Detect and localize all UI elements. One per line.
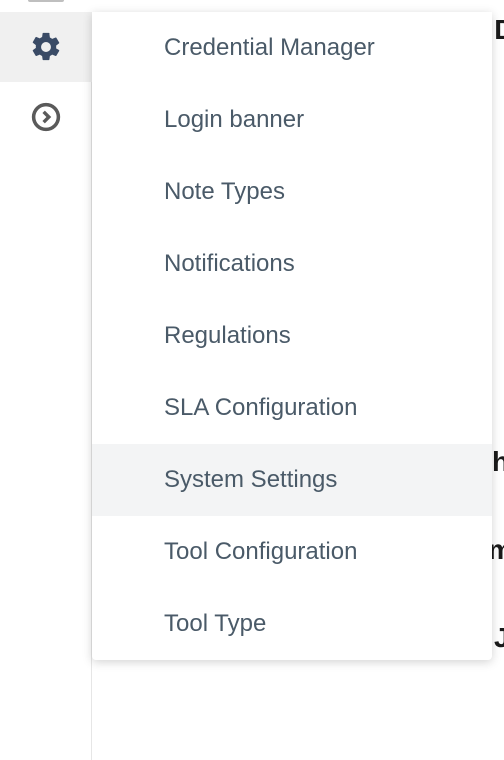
menu-item-note-types[interactable]: Note Types: [92, 156, 492, 228]
arrow-right-circle-icon: [29, 100, 63, 134]
menu-item-label: Notifications: [164, 250, 295, 277]
menu-item-label: Tool Configuration: [164, 538, 357, 565]
menu-item-label: Credential Manager: [164, 34, 375, 61]
sidebar-item-navigate[interactable]: [0, 82, 92, 152]
hamburger-icon-fragment: [0, 0, 92, 12]
menu-item-tool-configuration[interactable]: Tool Configuration: [92, 516, 492, 588]
bg-text-fragment: J: [494, 622, 504, 654]
menu-item-credential-manager[interactable]: Credential Manager: [92, 12, 492, 84]
menu-item-system-settings[interactable]: System Settings: [92, 444, 492, 516]
menu-item-label: Tool Type: [164, 610, 266, 637]
gear-icon: [29, 30, 63, 64]
menu-item-regulations[interactable]: Regulations: [92, 300, 492, 372]
bg-text-fragment: h: [492, 446, 504, 478]
menu-item-label: SLA Configuration: [164, 394, 357, 421]
menu-item-label: Regulations: [164, 322, 291, 349]
settings-flyout: Credential Manager Login banner Note Typ…: [92, 12, 492, 660]
menu-item-login-banner[interactable]: Login banner: [92, 84, 492, 156]
menu-item-tool-type[interactable]: Tool Type: [92, 588, 492, 660]
menu-item-label: Note Types: [164, 178, 285, 205]
menu-item-label: System Settings: [164, 466, 337, 493]
menu-item-notifications[interactable]: Notifications: [92, 228, 492, 300]
sidebar-item-settings[interactable]: [0, 12, 92, 82]
menu-item-sla-configuration[interactable]: SLA Configuration: [92, 372, 492, 444]
sidebar: [0, 0, 92, 760]
root: Max D h m J Credential Manager Login ban…: [0, 0, 504, 760]
menu-item-label: Login banner: [164, 106, 304, 133]
